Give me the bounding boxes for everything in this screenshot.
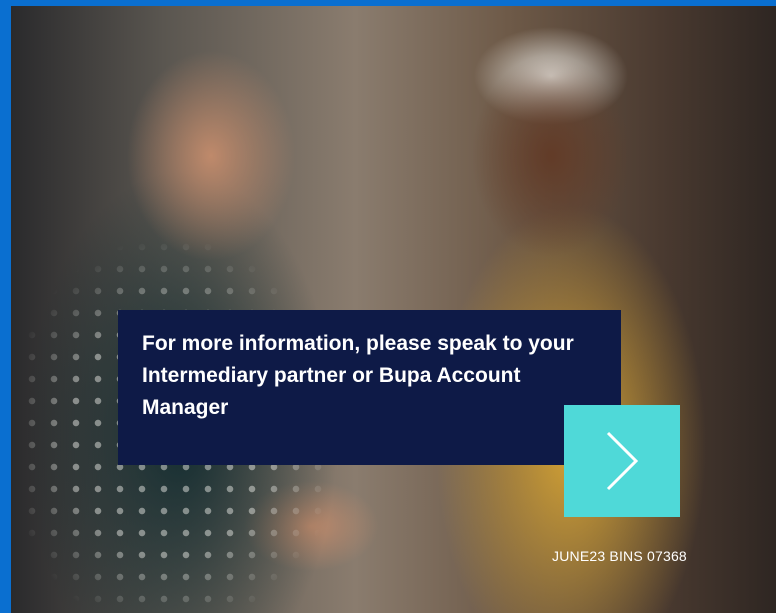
chevron-right-icon	[606, 431, 639, 491]
reference-code: JUNE23 BINS 07368	[552, 548, 687, 564]
info-text: For more information, please speak to yo…	[142, 332, 574, 419]
next-button[interactable]	[564, 405, 680, 517]
slide-frame: For more information, please speak to yo…	[0, 0, 776, 613]
info-callout: For more information, please speak to yo…	[118, 310, 621, 465]
